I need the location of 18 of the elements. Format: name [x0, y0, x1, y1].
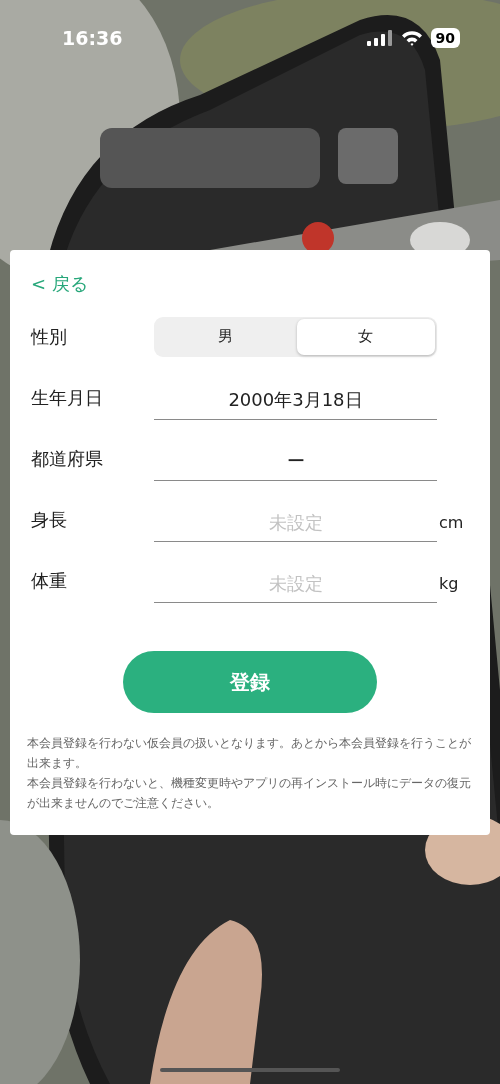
input-field[interactable]: 2000年3月18日: [154, 381, 437, 420]
input-field[interactable]: 未設定: [154, 564, 437, 603]
clock-time: 16:36: [62, 26, 124, 49]
unit-label: kg: [439, 574, 459, 593]
input-field[interactable]: ー: [154, 442, 437, 481]
segment-option[interactable]: 男: [156, 318, 295, 355]
signal-icon: [366, 29, 393, 46]
field-label: 性別: [31, 324, 68, 349]
wifi-icon: [400, 29, 423, 46]
notice-text: 本会員登録を行わない仮会員の扱いとなります。あとから本会員登録を行うことが出来ます。: [27, 735, 472, 772]
field-label: 生年月日: [31, 385, 104, 410]
field-label: 都道府県: [31, 446, 104, 471]
field-label: 体重: [31, 568, 68, 593]
field-label: 身長: [31, 507, 68, 532]
notice-text: 本会員登録を行わないと、機種変更時やアプリの再インストール時にデータの復元が出来ませんのでご注意ください。: [27, 775, 472, 812]
input-field[interactable]: 未設定: [154, 503, 437, 542]
unit-label: cm: [439, 513, 464, 532]
segment-option[interactable]: 女: [296, 318, 435, 355]
